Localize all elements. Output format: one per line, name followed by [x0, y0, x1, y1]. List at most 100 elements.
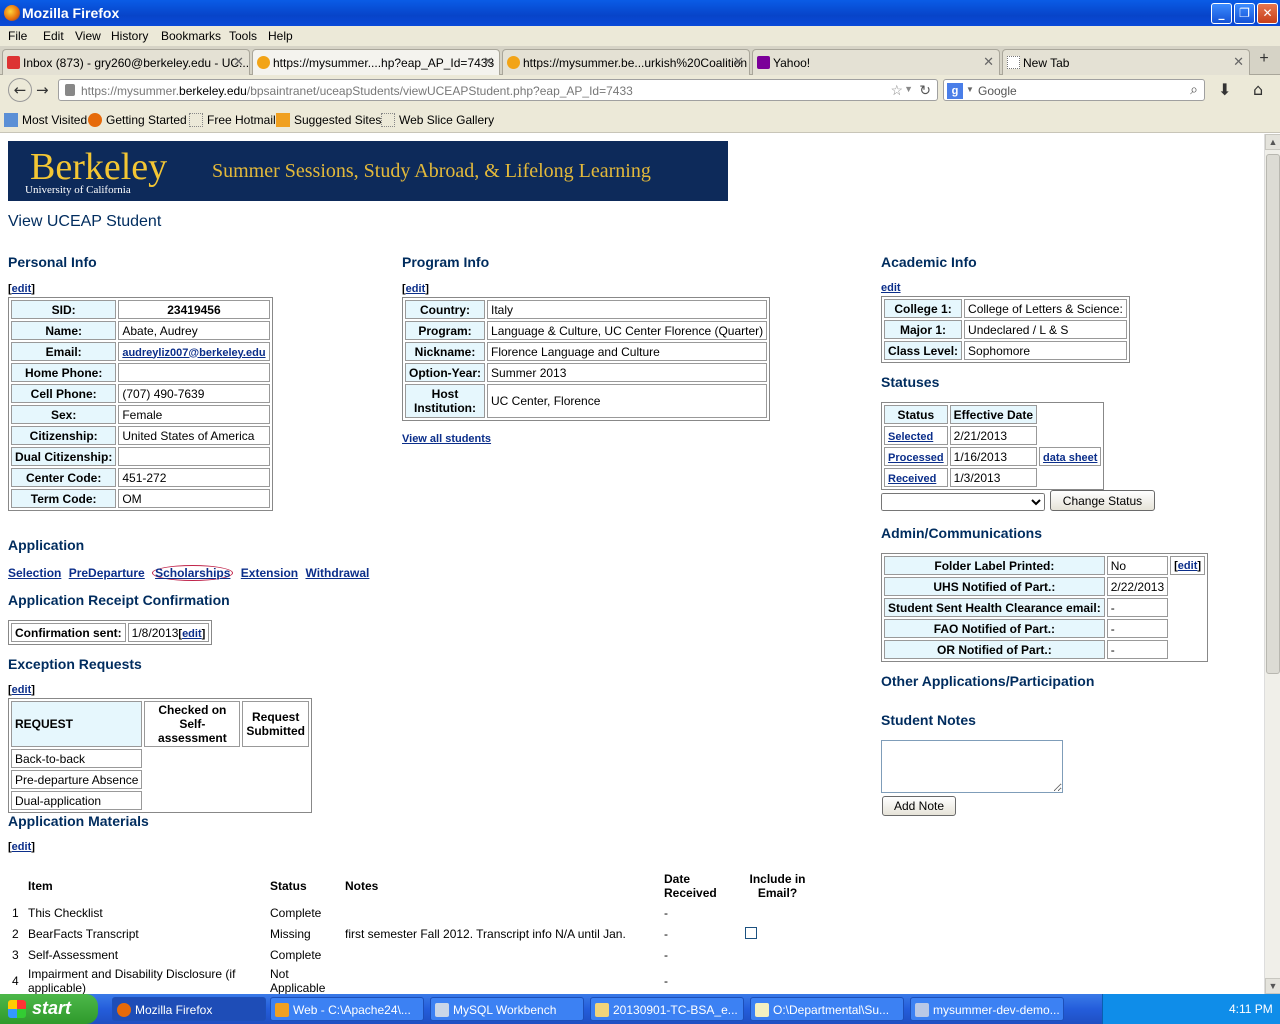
task-departmental[interactable]: O:\Departmental\Su... [750, 997, 904, 1021]
scholarships-link[interactable]: Scholarships [152, 565, 234, 581]
academic-value: College of Letters & Science: [964, 299, 1127, 318]
page-content: Berkeley University of California Summer… [0, 134, 1264, 994]
back-button[interactable]: ← [8, 78, 32, 102]
task-firefox[interactable]: Mozilla Firefox [112, 997, 266, 1021]
task-mysummer-dev[interactable]: mysummer-dev-demo... [910, 997, 1064, 1021]
change-status-button[interactable]: Change Status [1050, 490, 1155, 511]
academic-row: Class Level: Sophomore [884, 341, 1127, 360]
personal-edit-link[interactable]: [edit] [8, 283, 35, 295]
tab-turkish-coalition[interactable]: https://mysummer.be...urkish%20Coalition… [502, 49, 750, 75]
include-in-email-checkbox[interactable] [745, 927, 757, 939]
menu-edit[interactable]: Edit [43, 29, 64, 43]
admin-value: 2/22/2013 [1106, 577, 1169, 596]
exceptions-edit-link[interactable]: [edit] [8, 684, 35, 696]
magnifier-icon[interactable]: ⌕ [1190, 81, 1198, 98]
banner-logo: Berkeley [30, 146, 168, 188]
close-tab-icon[interactable]: ✕ [1233, 54, 1244, 70]
student-notes-textarea[interactable] [881, 740, 1063, 793]
status-link[interactable]: Selected [888, 431, 933, 443]
status-select[interactable] [881, 493, 1045, 511]
material-notes: first semester Fall 2012. Transcript inf… [345, 927, 626, 941]
add-note-button[interactable]: Add Note [882, 796, 956, 816]
program-edit-link[interactable]: [edit] [402, 283, 429, 295]
admin-row: Folder Label Printed: No [edit] [884, 556, 1206, 575]
bookmark-suggested-sites[interactable]: Suggested Sites [276, 113, 381, 127]
firefox-icon [117, 1003, 131, 1017]
bookmark-web-slice-gallery[interactable]: Web Slice Gallery [381, 113, 494, 127]
receipt-edit-link[interactable]: [edit] [178, 628, 205, 640]
view-all-students-link[interactable]: View all students [402, 433, 491, 445]
exception-submitted [242, 770, 309, 789]
predeparture-link[interactable]: PreDeparture [69, 566, 145, 580]
chevron-down-icon[interactable]: ▼ [904, 84, 913, 94]
menu-bookmarks[interactable]: Bookmarks [161, 29, 221, 43]
col-item: Item [28, 879, 53, 893]
other-applications-heading: Other Applications/Participation [881, 673, 1095, 689]
search-box[interactable]: g ▼ Google ⌕ [943, 79, 1205, 101]
close-tab-icon[interactable]: ✕ [983, 54, 994, 70]
status-link[interactable]: Received [888, 473, 936, 485]
data-sheet-link[interactable]: data sheet [1043, 452, 1097, 464]
student-notes-heading: Student Notes [881, 712, 976, 728]
gear-icon [275, 1003, 289, 1017]
materials-edit-link[interactable]: [edit] [8, 841, 35, 853]
menu-help[interactable]: Help [268, 29, 293, 43]
application-links: Selection PreDeparture Scholarships Exte… [8, 565, 373, 581]
home-icon[interactable]: ⌂ [1253, 80, 1263, 99]
status-link[interactable]: Processed [888, 452, 944, 464]
application-heading: Application [8, 537, 85, 553]
forward-button[interactable]: → [36, 81, 49, 99]
menu-view[interactable]: View [75, 29, 101, 43]
personal-info-heading: Personal Info [8, 254, 97, 270]
exception-row: Back-to-back [11, 749, 309, 768]
personal-row: Citizenship: United States of America [11, 426, 270, 445]
personal-row: Center Code: 451-272 [11, 468, 270, 487]
extension-link[interactable]: Extension [241, 566, 298, 580]
reload-icon[interactable]: ↻ [919, 82, 931, 99]
scrollbar-thumb[interactable] [1266, 154, 1280, 674]
email-link[interactable]: audreyliz007@berkeley.edu [122, 347, 265, 359]
exception-requests-table: REQUEST Checked on Self-assessment Request… [8, 698, 312, 813]
start-button[interactable]: start [0, 994, 98, 1024]
close-button[interactable]: ✕ [1257, 3, 1278, 24]
menu-history[interactable]: History [111, 29, 148, 43]
chevron-down-icon[interactable]: ▼ [966, 85, 974, 94]
status-row: Received 1/3/2013 [884, 468, 1101, 487]
tab-new-tab[interactable]: New Tab ✕ [1002, 49, 1250, 75]
admin-row: FAO Notified of Part.: - [884, 619, 1205, 638]
menu-file[interactable]: File [8, 29, 27, 43]
download-icon[interactable]: ⬇ [1218, 80, 1231, 99]
url-bar[interactable]: https://mysummer.berkeley.edu/bpsaintran… [58, 79, 938, 101]
scroll-down-icon[interactable]: ▼ [1265, 978, 1280, 994]
star-icon[interactable]: ☆ [890, 82, 903, 99]
status-cell: Processed [884, 447, 948, 466]
selection-link[interactable]: Selection [8, 566, 61, 580]
bookmark-most-visited[interactable]: Most Visited [4, 113, 87, 127]
admin-edit-link[interactable]: [edit] [1170, 556, 1206, 575]
minimize-button[interactable]: _ [1211, 3, 1232, 24]
bookmark-free-hotmail[interactable]: Free Hotmail [189, 113, 276, 127]
scroll-up-icon[interactable]: ▲ [1265, 134, 1280, 150]
academic-edit-link[interactable]: edit [881, 282, 901, 294]
confirmation-sent-value: 1/8/2013 [131, 625, 179, 640]
task-web-apache[interactable]: Web - C:\Apache24\... [270, 997, 424, 1021]
close-tab-icon[interactable]: ✕ [483, 54, 494, 70]
task-mysql-workbench[interactable]: MySQL Workbench [430, 997, 584, 1021]
personal-row: Dual Citizenship: [11, 447, 270, 466]
program-label: Nickname: [405, 342, 486, 361]
maximize-button[interactable]: ❐ [1234, 3, 1255, 24]
academic-value: Sophomore [964, 341, 1127, 360]
tab-student-view[interactable]: https://mysummer....hp?eap_AP_Id=7433 ✕ [252, 49, 500, 75]
clock: 4:11 PM [1229, 1002, 1273, 1016]
new-tab-button[interactable]: + [1253, 50, 1275, 70]
task-folder[interactable]: 20130901-TC-BSA_e... [590, 997, 744, 1021]
close-tab-icon[interactable]: ✕ [733, 54, 744, 70]
tab-gmail[interactable]: Inbox (873) - gry260@berkeley.edu - UC..… [2, 49, 250, 75]
bookmark-getting-started[interactable]: Getting Started [88, 113, 187, 127]
withdrawal-link[interactable]: Withdrawal [305, 566, 369, 580]
tab-yahoo[interactable]: Yahoo! ✕ [752, 49, 1000, 75]
vertical-scrollbar[interactable]: ▲ ▼ [1264, 134, 1280, 994]
menu-tools[interactable]: Tools [229, 29, 257, 43]
close-tab-icon[interactable]: ✕ [233, 54, 244, 70]
menu-bar: File Edit View History Bookmarks Tools H… [0, 26, 1280, 46]
